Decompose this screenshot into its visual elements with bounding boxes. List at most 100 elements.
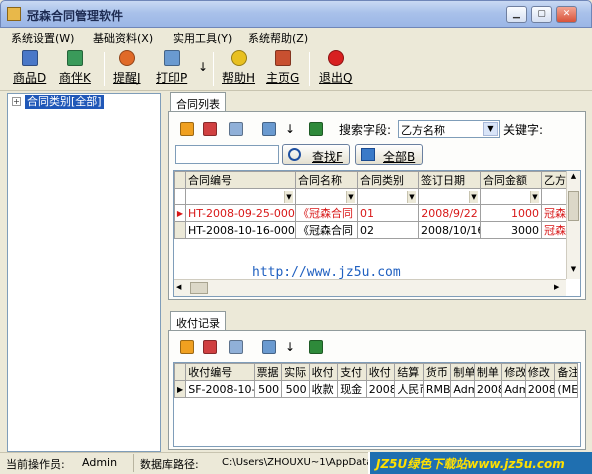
column-header[interactable]: 合同名称 (295, 171, 358, 189)
chevron-down-icon[interactable]: ▼ (483, 122, 498, 136)
toolbar-separator (213, 52, 214, 86)
contract-grid: 合同编号 合同名称 合同类别 签订日期 合同金额 乙方 ▼ ▼ ▼ ▼ ▼ ▶ … (173, 170, 581, 297)
column-header[interactable]: 合同金额 (480, 171, 542, 189)
table-row[interactable]: ▶ HT-2008-09-25-00001 《冠森合同 01 2008/9/22… (174, 204, 567, 222)
minimize-button[interactable]: ▁ (506, 6, 527, 23)
column-header[interactable]: 结算 (394, 363, 424, 381)
payment-header-row: 收付编号 票据 实际 收付 支付 收付 结算 货币 制单 制单 修改 修改 备注 (174, 363, 578, 381)
column-filter[interactable] (541, 188, 567, 205)
column-header[interactable]: 合同编号 (185, 171, 296, 189)
status-divider (133, 454, 134, 472)
tree-expander[interactable]: + (12, 97, 21, 106)
toolbar-separator (309, 52, 310, 86)
brand-banner: JZ5U绿色下载站www.jz5u.com (368, 452, 592, 474)
column-filter[interactable]: ▼ (480, 188, 542, 205)
column-filter[interactable]: ▼ (357, 188, 419, 205)
column-header[interactable]: 收付 (365, 363, 396, 381)
watermark-url: http://www.jz5u.com (252, 265, 401, 280)
column-filter[interactable]: ▼ (185, 188, 296, 205)
search-field-value: 乙方名称 (401, 124, 445, 137)
filter-arrow-icon[interactable]: ▼ (346, 191, 355, 203)
scroll-down-icon[interactable]: ▼ (568, 265, 579, 277)
search-field-select[interactable]: 乙方名称 ▼ (398, 120, 500, 138)
print-dropdown-arrow[interactable]: ↓ (285, 340, 295, 354)
scroll-right-icon[interactable]: ▶ (554, 283, 559, 291)
vertical-scrollbar[interactable]: ▲ ▼ (566, 171, 580, 279)
maximize-button[interactable]: ▢ (531, 6, 552, 23)
keyword-input[interactable] (175, 145, 279, 164)
home-icon (274, 50, 291, 66)
table-row[interactable]: HT-2008-10-16-00002 《冠森合同 02 2008/10/16 … (174, 221, 567, 239)
column-header[interactable]: 收付编号 (185, 363, 255, 381)
home-button[interactable]: 主页G (266, 50, 299, 90)
column-header[interactable]: 收付 (308, 363, 339, 381)
exit-button[interactable]: 退出Q (319, 50, 352, 90)
column-filter[interactable]: ▼ (418, 188, 481, 205)
help-icon (230, 50, 247, 66)
print-dropdown-arrow[interactable]: ↓ (198, 60, 208, 74)
goods-button[interactable]: 商品D (13, 50, 46, 90)
copy-icon[interactable] (229, 340, 243, 354)
column-header[interactable]: 货币 (422, 363, 452, 381)
partner-button[interactable]: 商伴K (59, 50, 91, 90)
print-dropdown-arrow[interactable]: ↓ (285, 122, 295, 136)
exit-icon (327, 50, 344, 66)
column-header[interactable]: 乙方 (541, 171, 567, 189)
tree-item-all-categories[interactable]: 合同类别[全部] (25, 95, 104, 109)
column-filter[interactable]: ▼ (295, 188, 358, 205)
column-header[interactable]: 实际 (281, 363, 310, 381)
alarm-clock-icon (118, 50, 135, 66)
column-header[interactable]: 支付 (337, 363, 367, 381)
tab-contract-list[interactable]: 合同列表 (170, 92, 226, 112)
edit-icon[interactable] (203, 340, 217, 354)
toolbar-separator (104, 52, 105, 86)
show-all-button[interactable]: 全部B (355, 144, 423, 165)
menu-basic-data[interactable]: 基础资料(X) (93, 30, 153, 46)
printer-icon[interactable] (262, 122, 276, 136)
column-header[interactable]: 票据 (253, 363, 283, 381)
scroll-thumb[interactable] (190, 282, 208, 294)
filter-arrow-icon[interactable]: ▼ (407, 191, 416, 203)
printer-icon[interactable] (262, 340, 276, 354)
copy-icon[interactable] (229, 122, 243, 136)
row-pointer-icon: ▶ (174, 380, 187, 398)
find-button[interactable]: 查找F (282, 144, 350, 165)
scroll-thumb[interactable] (568, 191, 579, 221)
column-header[interactable]: 备注 (554, 363, 578, 381)
menu-system-settings[interactable]: 系统设置(W) (11, 30, 74, 46)
help-button[interactable]: 帮助H (222, 50, 255, 90)
operator-value: Admin (82, 456, 118, 469)
app-icon (7, 7, 21, 21)
column-header[interactable]: 制单 (473, 363, 503, 381)
column-header[interactable]: 制单 (450, 363, 475, 381)
partner-icon (66, 50, 83, 66)
search-field-label: 搜索字段: (339, 123, 392, 137)
goods-icon (21, 50, 38, 66)
scroll-left-icon[interactable]: ◀ (176, 283, 181, 291)
horizontal-scrollbar[interactable]: ◀ ▶ (174, 279, 566, 296)
column-header[interactable]: 修改 (501, 363, 526, 381)
edit-icon[interactable] (203, 122, 217, 136)
column-header[interactable]: 修改 (524, 363, 556, 381)
filter-arrow-icon[interactable]: ▼ (530, 191, 539, 203)
keyword-label: 关键字: (503, 123, 544, 137)
add-icon[interactable] (180, 122, 194, 136)
contract-header-row: 合同编号 合同名称 合同类别 签订日期 合同金额 乙方 (174, 171, 567, 189)
filter-arrow-icon[interactable]: ▼ (469, 191, 478, 203)
column-header[interactable]: 签订日期 (418, 171, 481, 189)
filter-arrow-icon[interactable]: ▼ (284, 191, 293, 203)
filter-row: ▼ ▼ ▼ ▼ ▼ (174, 188, 567, 205)
excel-export-icon[interactable] (309, 122, 323, 136)
menu-help[interactable]: 系统帮助(Z) (248, 30, 308, 46)
print-button[interactable]: 打印P (156, 50, 187, 90)
tab-payment-records[interactable]: 收付记录 (170, 311, 226, 331)
add-icon[interactable] (180, 340, 194, 354)
column-header[interactable]: 合同类别 (357, 171, 419, 189)
excel-export-icon[interactable] (309, 340, 323, 354)
scroll-up-icon[interactable]: ▲ (568, 172, 579, 184)
table-row[interactable]: ▶ SF-2008-10-0 500 500 收款 现金 2008. 人民币 R… (174, 380, 578, 398)
close-button[interactable]: ✕ (556, 6, 577, 23)
search-icon (288, 148, 301, 161)
menu-tools[interactable]: 实用工具(Y) (173, 30, 232, 46)
remind-button[interactable]: 提醒J (113, 50, 141, 90)
